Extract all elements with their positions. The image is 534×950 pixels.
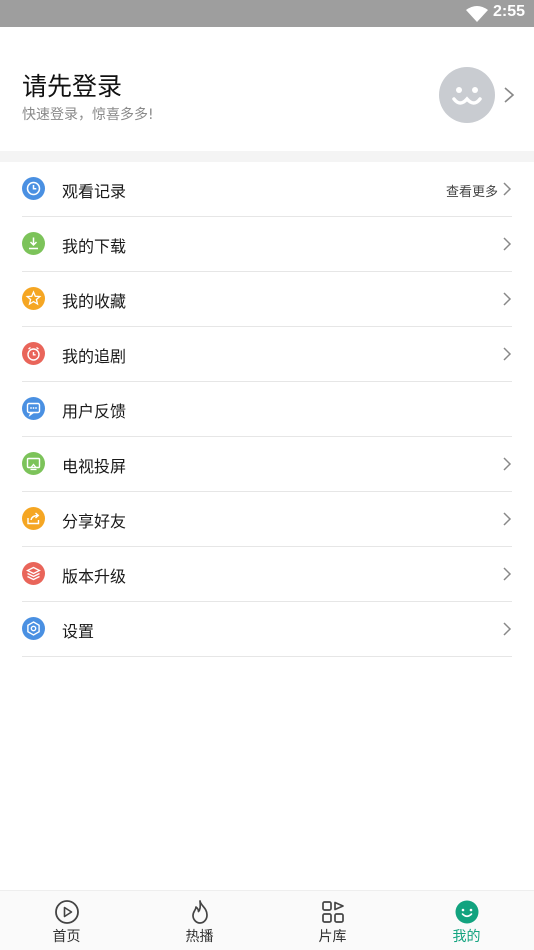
share-icon: [22, 507, 45, 530]
menu-list: 观看记录 查看更多 我的下载 我的收藏 我的追剧 用户反馈 电视投屏 分享好友 …: [0, 162, 534, 657]
login-card[interactable]: 请先登录 快速登录，惊喜多多!: [0, 27, 534, 151]
login-title[interactable]: 请先登录: [22, 67, 122, 103]
tab-label: 片库: [318, 929, 347, 945]
menu-item-label: 观看记录: [62, 182, 127, 201]
menu-item-settings[interactable]: 设置: [22, 602, 512, 657]
menu-item-label: 设置: [62, 622, 95, 641]
chevron-right-icon: [503, 237, 512, 251]
alarm-icon: [22, 342, 45, 365]
login-subtitle: 快速登录，惊喜多多!: [22, 107, 154, 123]
menu-item-label: 我的收藏: [62, 292, 127, 311]
tab-library[interactable]: 片库: [266, 891, 399, 950]
chevron-right-icon: [503, 622, 512, 636]
menu-item-favorites[interactable]: 我的收藏: [22, 272, 512, 327]
tab-home[interactable]: 首页: [0, 891, 133, 950]
section-divider: [0, 151, 534, 162]
star-icon: [22, 287, 45, 310]
download-icon: [22, 232, 45, 255]
menu-item-update[interactable]: 版本升级: [22, 547, 512, 602]
menu-item-following[interactable]: 我的追剧: [22, 327, 512, 382]
menu-item-label: 版本升级: [62, 567, 127, 586]
tab-trending[interactable]: 热播: [133, 891, 266, 950]
tab-label: 我的: [452, 929, 481, 945]
view-more-link[interactable]: 查看更多: [446, 181, 498, 200]
status-bar: 2:55: [0, 0, 534, 27]
menu-item-feedback[interactable]: 用户反馈: [22, 382, 512, 437]
avatar[interactable]: [439, 67, 495, 123]
chevron-right-icon: [503, 347, 512, 361]
grid-icon: [322, 901, 344, 923]
menu-item-share[interactable]: 分享好友: [22, 492, 512, 547]
gear-icon: [22, 617, 45, 640]
layers-icon: [22, 562, 45, 585]
menu-item-label: 我的追剧: [62, 347, 127, 366]
wifi-icon: [466, 6, 488, 22]
chevron-right-icon: [503, 292, 512, 306]
avatar-face-icon: [452, 87, 482, 105]
tab-label: 首页: [52, 929, 81, 945]
chevron-right-icon[interactable]: [503, 86, 515, 104]
chevron-right-icon: [503, 457, 512, 471]
tab-label: 热播: [185, 929, 214, 945]
play-circle-icon: [55, 900, 79, 924]
menu-item-label: 我的下载: [62, 237, 127, 256]
bottom-tab-bar: 首页 热播 片库 我的: [0, 890, 534, 950]
chevron-right-icon: [503, 567, 512, 581]
tab-me[interactable]: 我的: [400, 891, 533, 950]
tv-icon: [22, 452, 45, 475]
chevron-right-icon: [503, 512, 512, 526]
menu-item-label: 用户反馈: [62, 402, 127, 421]
status-time: 2:55: [492, 3, 525, 20]
message-icon: [22, 397, 45, 420]
menu-item-label: 电视投屏: [62, 457, 127, 476]
flame-icon: [192, 900, 208, 924]
chevron-right-icon: [503, 182, 512, 196]
menu-item-cast[interactable]: 电视投屏: [22, 437, 512, 492]
menu-item-history[interactable]: 观看记录 查看更多: [22, 162, 512, 217]
clock-icon: [22, 177, 45, 200]
menu-item-downloads[interactable]: 我的下载: [22, 217, 512, 272]
smiley-icon: [455, 900, 479, 924]
menu-item-label: 分享好友: [62, 512, 127, 531]
